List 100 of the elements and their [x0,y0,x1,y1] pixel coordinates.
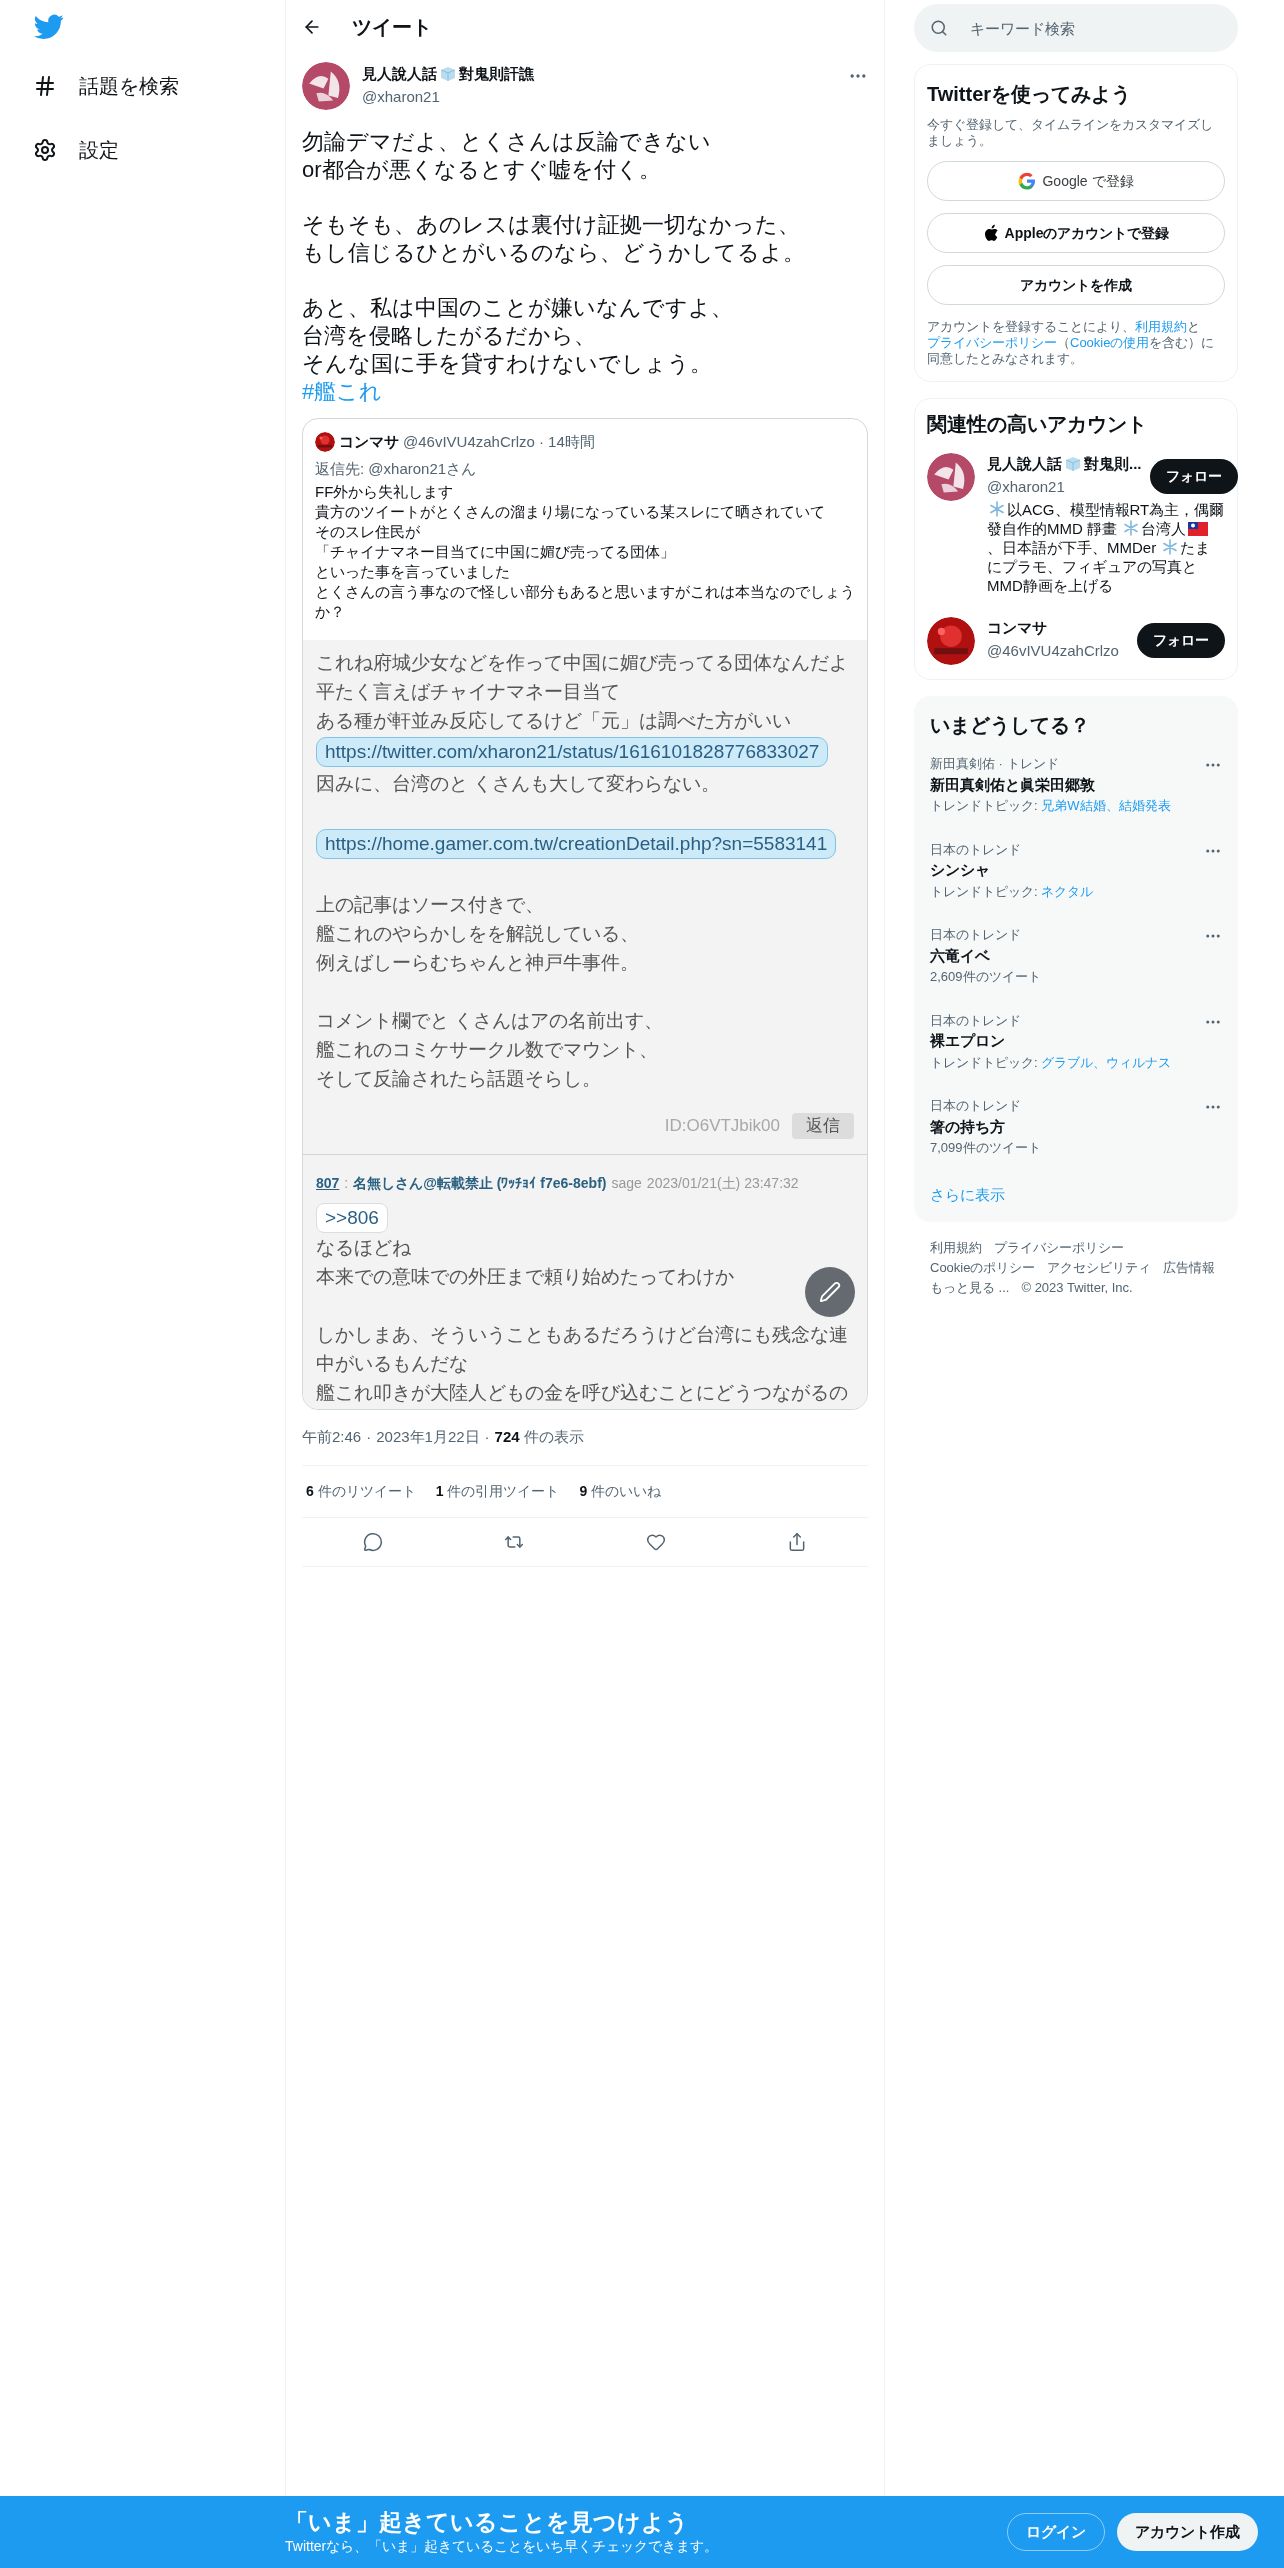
apple-logo-icon [982,224,999,242]
hashtag-icon [33,74,57,98]
post-text-line: コメント欄でと くさんはアの名前出す、 [316,1009,665,1033]
snowflake-icon [1123,520,1140,536]
trend-topics: トレンドトピック: ネクタル [930,882,1095,901]
post-number[interactable]: 807 [316,1173,340,1193]
trend-name: 六竜イベ [930,945,991,966]
post-id: ID:O6VTJbik00 [664,1115,780,1137]
snowflake-icon [989,501,1005,517]
follow-button[interactable]: フォロー [1149,459,1238,494]
footer-link[interactable]: Cookieのポリシー [930,1258,1036,1278]
post-text-line: ある種が軒並み反応してるけど「元」は調べた方がいい [316,709,792,733]
card-title: 関連性の高いアカウント [927,412,1148,437]
follow-button[interactable]: フォロー [1137,623,1225,658]
trend-item[interactable]: 日本のトレンド 六竜イベ 2,609件のツイート [914,925,1238,987]
signup-button[interactable]: アカウント作成 [1117,2512,1258,2552]
legal-text: アカウントを登録することにより、利用規約 と プライバシーポリシー（Cookieの使用を含む）に同意したとみなされます。 [927,319,1216,367]
copyright-text: © 2023 Twitter, Inc. [1021,1279,1133,1297]
anchor-link[interactable]: >>806 [316,1203,388,1233]
google-logo-icon [1018,172,1037,190]
post-text-line: 艦これのコミケサークル数でマウント、 [316,1038,659,1062]
poster-name: 名無しさん@転載禁止 (ﾜｯﾁｮｲ f7e6-8ebf) [353,1174,607,1193]
poster-mail: sage [611,1174,642,1193]
engagement-count[interactable]: 6 件のリツイート [306,1480,416,1502]
reply-to-text: 返信先: @xharon21さん [315,458,478,479]
post-text-line: 艦これ叩きが大陸人どもの金を呼び込むことにどうつながるの [316,1381,849,1405]
trend-context: 日本のトレンド [930,840,1022,859]
trend-name: 裸エプロン [930,1031,1006,1051]
trend-topics: トレンドトピック: グラブル、ウィルナス [930,1053,1173,1072]
tweet-text: 勿論デマだよ、とくさんは反論できない or都合が悪くなるとすぐ嘘を付く。 [302,128,712,184]
account-name[interactable]: コンマサ [987,617,1119,640]
trend-context: 日本のトレンド [930,1011,1022,1030]
account-handle[interactable]: @46vIVU4zahCrlzo [987,639,1119,662]
quote-author-handle[interactable]: @46vIVU4zahCrlzo [403,431,535,454]
footer-link[interactable]: 利用規約 [930,1238,982,1258]
search-icon [930,19,948,37]
tweet-date[interactable]: 2023年1月22日 [376,1426,480,1449]
post-text-line: 上の記事はソース付きで、 [316,893,545,917]
author-name[interactable]: 見人說人話 對鬼則訐譙 [362,63,836,86]
trend-item[interactable]: 日本のトレンド 裸エプロン トレンドトピック: グラブル、ウィルナス [914,1010,1238,1072]
page-title: ツイート [352,15,432,40]
url-link[interactable]: https://twitter.com/xharon21/status/1616101828776833027 [316,737,829,767]
trend-name: シンシャ [930,860,991,880]
settings-icon [33,138,57,162]
trend-name: 新田真剣佑と眞栄田郷敦 [930,774,1096,795]
post-text-line: なるほどね [316,1236,412,1260]
card-title: いまどうしてる？ [929,713,1091,738]
tweet-count: 7,099件のツイート [930,1139,1042,1157]
like-icon[interactable] [645,1531,666,1552]
engagement-count[interactable]: 9 件のいいね [579,1480,662,1502]
post-text-line: これね府城少女などを作って中国に媚び売ってる団体なんだよ [316,651,849,675]
card-subtitle: 今すぐ登録して、タイムラインをカスタマイズしましょう。 [927,117,1214,149]
trend-item[interactable]: 日本のトレンド シンシャ トレンドトピック: ネクタル [914,839,1238,901]
quote-author-name[interactable]: コンマサ [339,431,399,454]
post-text-line: 例えばしーらむちゃんと神戸牛事件。 [316,951,640,975]
post-text-line: 本来での意味での外圧まで頼り始めたってわけか [316,1265,735,1289]
account-handle[interactable]: @xharon21 [987,475,1142,498]
compose-button[interactable] [805,1267,855,1317]
footer-link[interactable]: 広告情報 [1163,1258,1216,1278]
flag-icon [1188,522,1209,536]
nav-item[interactable]: 設定 [33,128,285,172]
account-name[interactable]: 見人說人話 對鬼則... [987,453,1142,476]
banner-title: 「いま」起きていることを見つけよう [285,2507,690,2536]
post-text-line: 因みに、台湾のと くさんも大して変わらない。 [316,772,722,796]
separator-dot: · [484,1427,490,1447]
search-field[interactable]: キーワード検索 [914,4,1238,52]
quote-text: FF外から失礼します 貴方のツイートがとくさんの溜まり場になっている某スレにて晒されていて そのスレ住民が 「チャイナマネー目当てに中国に媚び売ってる団体」 といった事を言っていました とくさんの言う事なので怪しい部分もあると思いますがこれは本当なのでしょうか？ [315,482,855,622]
tweet-text: あと、私は中国のことが嫌いなんですよ、 台湾を侵略したがるだから、 そんな国に手を貸すわけないでしょう。 [302,294,734,378]
quote-time: · 14時間 [538,432,595,452]
reply-button[interactable]: 返信 [792,1112,854,1139]
footer-link[interactable]: プライバシーポリシー [994,1238,1124,1258]
trend-context: 新田真剣佑 · トレンド [930,755,1060,773]
account-bio: 以ACG、模型情報RT為主，偶爾發自作的MMD 靜畫 台湾人 、日本語が下手、MMDer たまにプラモ、フィギュアの写真とMMD静画を上げる [987,500,1225,595]
footer-link[interactable]: もっと見る ... [930,1278,1010,1298]
post-text-line: 平たく言えばチャイナマネー目当て [316,680,621,704]
trend-item[interactable]: 新田真剣佑 · トレンド 新田真剣佑と眞栄田郷敦 トレンドトピック: 兄弟W結婚、結婚発表 [914,754,1238,816]
nav-item[interactable]: 話題を検索 [33,64,285,108]
engagement-count[interactable]: 1 件の引用ツイート [435,1480,560,1502]
footer-link[interactable]: アクセシビリティ [1047,1258,1152,1278]
trend-context: 日本のトレンド [930,926,1022,944]
post-text-line: そして反論されたら話題そらし。 [316,1067,602,1091]
separator-dot: · [366,1427,372,1447]
reply-icon[interactable] [362,1531,383,1552]
tweet-count: 2,609件のツイート [930,968,1042,986]
post-text-line: しかしまあ、そういうこともあるだろうけど台湾にも残念な連中がいるもんだな [316,1323,849,1376]
view-count: 724 件の表示 [494,1427,584,1447]
pen-icon [819,1281,841,1303]
post-text-line: 艦これのやらかしをを解説している、 [316,922,640,946]
author-handle[interactable]: @xharon21 [362,85,836,108]
snowflake-icon [1162,539,1179,555]
trend-topics: トレンドトピック: 兄弟W結婚、結婚発表 [930,797,1172,815]
bird-logo-icon[interactable] [34,14,64,40]
trend-item[interactable]: 日本のトレンド 箸の持ち方 7,099件のツイート [914,1096,1238,1158]
trend-name: 箸の持ち方 [930,1116,1006,1137]
card-title: Twitterを使ってみよう [927,82,1133,107]
signup-button[interactable]: アカウントを作成 [927,265,1225,305]
tweet-time[interactable]: 午前2:46 [302,1426,362,1449]
url-link[interactable]: https://home.gamer.com.tw/creationDetail.php?sn=5583141 [316,829,837,859]
tweet-text: そもそも、あのレスは裏付け証拠一切なかった、 もし信じるひとがいるのなら、どうかしてるよ。 [302,211,806,267]
banner-subtitle: Twitterなら、「いま」起きていることをいち早くチェックできます。 [285,2536,719,2556]
